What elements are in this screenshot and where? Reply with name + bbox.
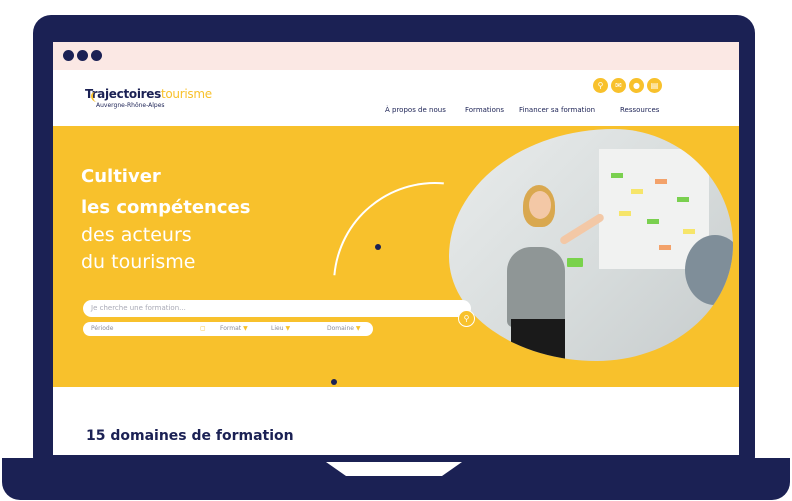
- decor-dot-1: [375, 244, 381, 250]
- person-shirt: [507, 247, 565, 327]
- decor-dot-2: [331, 379, 337, 385]
- search-button[interactable]: ⚲: [458, 310, 475, 327]
- user-icon[interactable]: ●: [629, 78, 644, 93]
- window-dot-2[interactable]: [77, 50, 88, 61]
- hero-photo: [449, 129, 733, 361]
- section-title: 15 domaines de formation: [86, 428, 294, 444]
- filter-period[interactable]: Période: [91, 325, 113, 332]
- search-placeholder: Je cherche une formation...: [91, 304, 186, 312]
- green-card: [567, 258, 583, 267]
- window-dot-1[interactable]: [63, 50, 74, 61]
- nav-item-about[interactable]: À propos de nous: [385, 106, 446, 114]
- logo-swoosh-icon: [91, 92, 99, 102]
- hero-title-line1: Cultiver: [81, 166, 161, 187]
- nav-item-formations[interactable]: Formations: [465, 106, 504, 114]
- search-icon[interactable]: ⚲: [593, 78, 608, 93]
- chevron-down-icon: ▼: [355, 325, 361, 332]
- person-pants: [511, 319, 565, 361]
- window-dot-3[interactable]: [91, 50, 102, 61]
- search-input[interactable]: Je cherche une formation...: [83, 300, 471, 317]
- hero-banner: Cultiver les compétences des acteurs du …: [53, 126, 739, 387]
- hero-title-line3: des acteurs: [81, 224, 192, 246]
- chevron-down-icon: ▼: [243, 325, 248, 332]
- chevron-down-icon: ▼: [285, 325, 291, 332]
- person-face: [529, 191, 551, 219]
- browser-title-bar: [53, 42, 739, 70]
- laptop-notch-right: [442, 462, 462, 476]
- filter-lieu[interactable]: Lieu ▼: [271, 325, 290, 332]
- nav-item-ressources[interactable]: Ressources: [620, 106, 659, 114]
- mail-icon[interactable]: ✉: [611, 78, 626, 93]
- calendar-icon[interactable]: ▤: [647, 78, 662, 93]
- audience-head: [685, 235, 733, 305]
- filter-bar: Période ▢ Format ▼ Lieu ▼ Domaine ▼: [83, 322, 373, 336]
- hero-title-line4: du tourisme: [81, 251, 196, 273]
- hero-title-line2: les compétences: [81, 197, 251, 218]
- browser-window: Trajectoirestourisme Auvergne-Rhône-Alpe…: [53, 42, 739, 455]
- filter-domaine[interactable]: Domaine ▼: [327, 325, 361, 332]
- filter-format[interactable]: Format ▼: [220, 325, 248, 332]
- logo-text: Trajectoirestourisme: [85, 87, 212, 101]
- nav-item-financer[interactable]: Financer sa formation: [519, 106, 595, 114]
- laptop-notch-left: [326, 462, 366, 476]
- calendar-icon[interactable]: ▢: [200, 325, 206, 332]
- logo-region: Auvergne-Rhône-Alpes: [96, 102, 165, 109]
- site-header: Trajectoirestourisme Auvergne-Rhône-Alpe…: [53, 70, 739, 126]
